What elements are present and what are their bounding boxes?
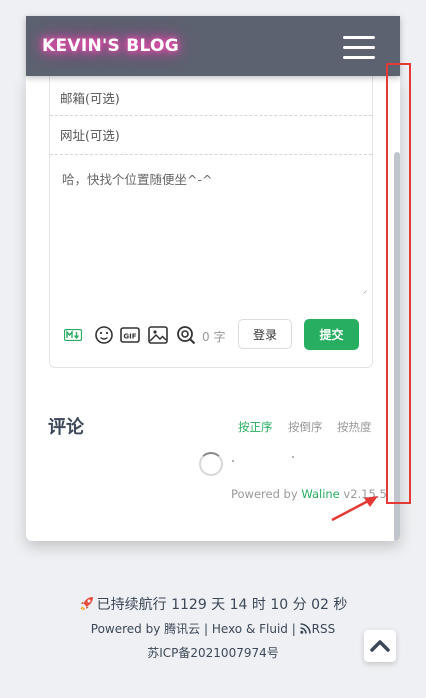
comments-title: 评论 (48, 417, 84, 438)
host-link[interactable]: 腾讯云 (164, 622, 200, 636)
url-field-row (50, 116, 372, 155)
submit-button[interactable]: 提交 (304, 319, 359, 350)
loading-dot (232, 460, 234, 462)
email-field[interactable] (60, 91, 360, 106)
image-icon[interactable] (148, 325, 168, 345)
page-viewport: KEVIN'S BLOG ⸝ (26, 16, 411, 684)
loading-dot (292, 456, 294, 458)
navbar: KEVIN'S BLOG (26, 16, 400, 76)
footer-icp: 苏ICP备2021007974号 (26, 644, 400, 661)
url-field[interactable] (60, 128, 360, 143)
comment-editor: ⸝ GIF (49, 76, 373, 368)
powered-prefix: Powered by (231, 487, 298, 501)
sort-ascending[interactable]: 按正序 (238, 419, 273, 435)
annotation-arrow-icon (331, 496, 378, 522)
hamburger-menu-icon[interactable] (343, 34, 375, 60)
footer-powered-prefix: Powered by (90, 622, 161, 636)
footer-uptime: 已持续航行 1129 天 14 时 10 分 02 秒 (26, 594, 400, 614)
comment-textarea[interactable] (60, 167, 364, 291)
preview-icon[interactable] (176, 325, 196, 345)
chevron-up-icon (370, 640, 390, 652)
blog-brand[interactable]: KEVIN'S BLOG (42, 36, 179, 56)
footer-powered: Powered by 腾讯云 | Hexo & Fluid | RSS (26, 620, 400, 637)
gif-icon[interactable]: GIF (120, 325, 140, 345)
markdown-icon[interactable] (64, 329, 82, 341)
word-count-unit: 字 (213, 330, 226, 344)
rss-icon (299, 623, 311, 634)
footer-separator: | (291, 622, 296, 636)
back-to-top-button[interactable] (364, 630, 396, 662)
word-count-value: 0 (202, 330, 210, 344)
rss-label: RSS (311, 622, 336, 636)
loading-spinner-icon (199, 452, 223, 476)
sort-hot[interactable]: 按热度 (337, 419, 372, 435)
word-count: 0 字 (202, 328, 225, 345)
theme-link[interactable]: Hexo & Fluid (212, 622, 288, 636)
annotation-highlight-box (386, 63, 411, 504)
sort-descending[interactable]: 按倒序 (288, 419, 323, 435)
footer-separator: | (204, 622, 209, 636)
emoji-icon[interactable] (94, 325, 114, 345)
email-field-row (50, 76, 372, 116)
rss-link[interactable]: RSS (299, 622, 336, 636)
icp-link[interactable]: 苏ICP备2021007974号 (147, 646, 279, 660)
uptime-text: 已持续航行 1129 天 14 时 10 分 02 秒 (96, 597, 348, 613)
rocket-icon (80, 597, 93, 611)
login-button[interactable]: 登录 (238, 319, 292, 349)
comments-header: 评论 按正序 按倒序 按热度 (48, 413, 378, 438)
editor-toolbar: GIF 0 字 登录 提交 (64, 319, 369, 350)
resize-handle[interactable]: ⸝ (363, 283, 368, 296)
svg-text:GIF: GIF (123, 333, 136, 341)
comment-card: ⸝ GIF (26, 76, 400, 541)
